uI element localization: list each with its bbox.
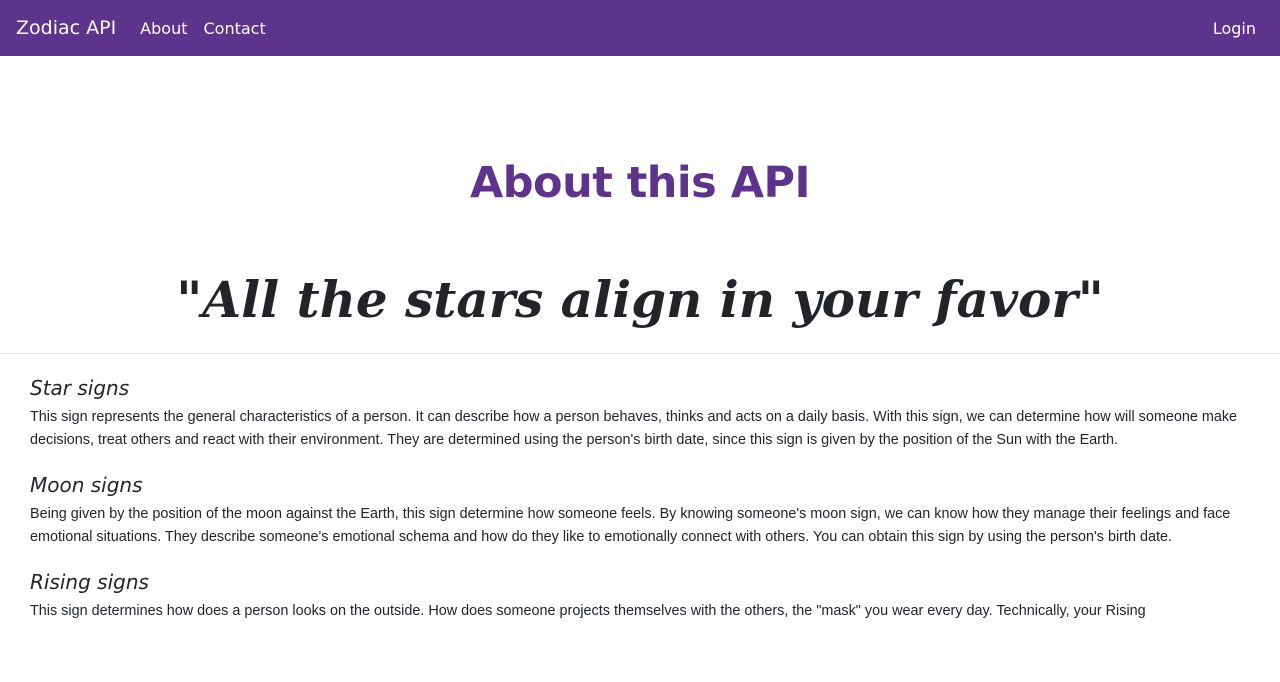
- section-rising-signs: Rising signs This sign determines how do…: [30, 570, 1250, 623]
- hero: About this API "All the stars align in y…: [0, 56, 1280, 354]
- login-link[interactable]: Login: [1213, 19, 1256, 38]
- main-content: Star signs This sign represents the gene…: [0, 354, 1280, 623]
- navbar: Zodiac API About Contact Login: [0, 0, 1280, 56]
- section-title: Moon signs: [30, 473, 143, 497]
- section-text: This sign represents the general charact…: [30, 409, 1238, 448]
- section-title: Rising signs: [30, 570, 149, 594]
- nav-link-about[interactable]: About: [140, 19, 187, 38]
- page-title: About this API: [469, 158, 811, 208]
- section-text: Being given by the position of the moon …: [30, 506, 1231, 545]
- section-star-signs: Star signs This sign represents the gene…: [30, 376, 1250, 451]
- section-moon-signs: Moon signs Being given by the position o…: [30, 473, 1250, 548]
- section-text: This sign determines how does a person l…: [30, 603, 1146, 619]
- nav-links: About Contact: [140, 19, 282, 38]
- brand-link[interactable]: Zodiac API: [16, 17, 116, 39]
- nav-link-contact[interactable]: Contact: [203, 19, 265, 38]
- hero-quote: "All the stars align in your favor": [176, 270, 1104, 329]
- section-title: Star signs: [30, 376, 130, 400]
